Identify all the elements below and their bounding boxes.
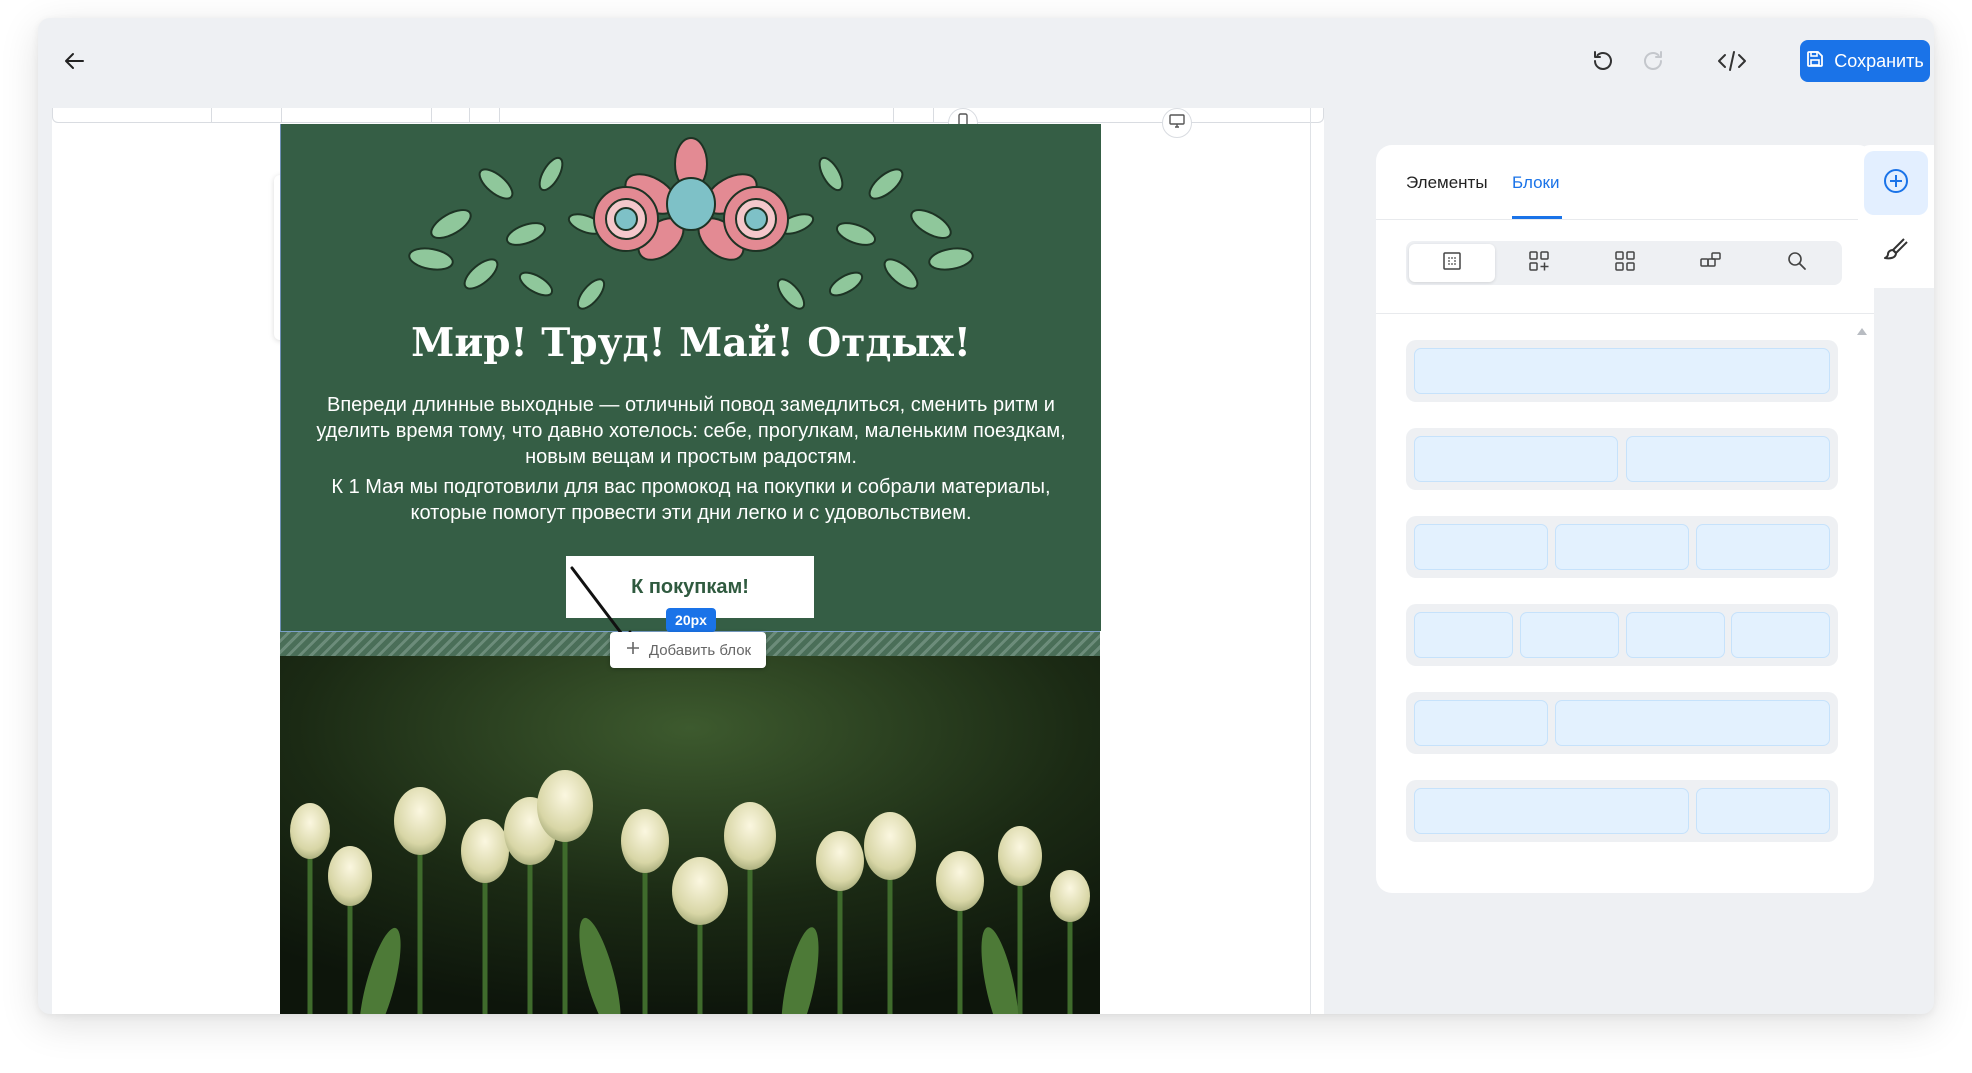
panel-tabs: Элементы Блоки [1376, 145, 1874, 220]
save-button-label: Сохранить [1834, 50, 1924, 71]
desktop-icon [1169, 113, 1185, 134]
floral-wreath-illustration [408, 137, 974, 310]
layout-cell [1626, 612, 1725, 658]
canvas-divider [1310, 108, 1311, 1014]
layout-cell [1414, 612, 1513, 658]
layout-cell [1555, 700, 1830, 746]
layout-3-columns[interactable] [1406, 516, 1838, 578]
floppy-disk-icon [1806, 50, 1824, 73]
undo-icon [1589, 48, 1615, 77]
scroll-up-icon[interactable] [1856, 323, 1868, 341]
layout-cell [1520, 612, 1619, 658]
hero-paragraph-1[interactable]: Впереди длинные выходные — отличный пово… [301, 392, 1081, 470]
single-cell-icon [1442, 251, 1462, 276]
layout-cell [1555, 524, 1689, 570]
layout-cell [1414, 436, 1618, 482]
desktop-view-button[interactable] [1162, 108, 1192, 138]
layout-cell [1731, 612, 1830, 658]
hero-title[interactable]: Мир! Труд! Май! Отдых! [281, 320, 1101, 366]
editor-canvas[interactable]: Мир! Труд! Май! Отдых! Впереди длинные в… [52, 108, 1324, 1014]
blocks-panel: Элементы Блоки [1376, 145, 1874, 893]
blocks-icon [1699, 250, 1723, 277]
tab-elements[interactable]: Элементы [1406, 173, 1488, 193]
add-circle-icon [1882, 167, 1910, 200]
add-block-label: Добавить блок [648, 641, 752, 659]
layout-cell [1414, 348, 1830, 394]
top-bar: Сохранить [38, 18, 1934, 108]
layout-cell [1626, 436, 1830, 482]
save-button[interactable]: Сохранить [1800, 40, 1930, 82]
layout-cell [1414, 788, 1689, 834]
add-grid-icon [1528, 250, 1550, 277]
grid-icon [1614, 250, 1636, 277]
search-filter[interactable] [1754, 244, 1840, 282]
width-ruler [52, 108, 1324, 123]
side-rail [1858, 145, 1934, 288]
spacer-size-badge: 20px [666, 608, 716, 632]
undo-button[interactable] [1584, 44, 1620, 80]
grid-filter[interactable] [1582, 244, 1668, 282]
email-preview: Мир! Труд! Май! Отдых! Впереди длинные в… [280, 124, 1101, 1014]
layout-2-columns[interactable] [1406, 428, 1838, 490]
editor-window: Сохранить Мир! Труд! Май! Отдых! Впереди… [38, 18, 1934, 1014]
redo-icon [1641, 48, 1667, 77]
hero-paragraph-2[interactable]: К 1 Мая мы подготовили для вас промокод … [301, 474, 1081, 526]
tab-blocks[interactable]: Блоки [1512, 173, 1559, 193]
add-block-button[interactable]: Добавить блок [610, 632, 766, 668]
layout-cell [1696, 788, 1830, 834]
single-cell-filter[interactable] [1409, 244, 1495, 282]
layout-1-column[interactable] [1406, 340, 1838, 402]
tulips-photo[interactable] [280, 656, 1100, 1014]
panel-separator [1376, 313, 1874, 314]
layout-cell [1696, 524, 1830, 570]
layout-4-columns[interactable] [1406, 604, 1838, 666]
active-tab-indicator [1512, 216, 1562, 219]
blocks-filter[interactable] [1668, 244, 1754, 282]
style-button[interactable] [1864, 219, 1928, 283]
arrow-left-icon [63, 50, 85, 75]
search-icon [1786, 250, 1808, 277]
brush-icon [1882, 235, 1910, 268]
add-grid-filter[interactable] [1496, 244, 1582, 282]
layout-filter [1406, 241, 1842, 285]
layout-1-2-columns[interactable] [1406, 692, 1838, 754]
code-view-button[interactable] [1712, 44, 1752, 80]
redo-button[interactable] [1636, 44, 1672, 80]
plus-icon [625, 640, 641, 660]
layout-cell [1414, 524, 1548, 570]
hero-block[interactable]: Мир! Труд! Май! Отдых! Впереди длинные в… [280, 124, 1101, 631]
code-icon [1717, 49, 1747, 76]
layout-cell [1414, 700, 1548, 746]
back-button[interactable] [56, 44, 92, 80]
layout-2-1-columns[interactable] [1406, 780, 1838, 842]
add-content-button[interactable] [1864, 151, 1928, 215]
